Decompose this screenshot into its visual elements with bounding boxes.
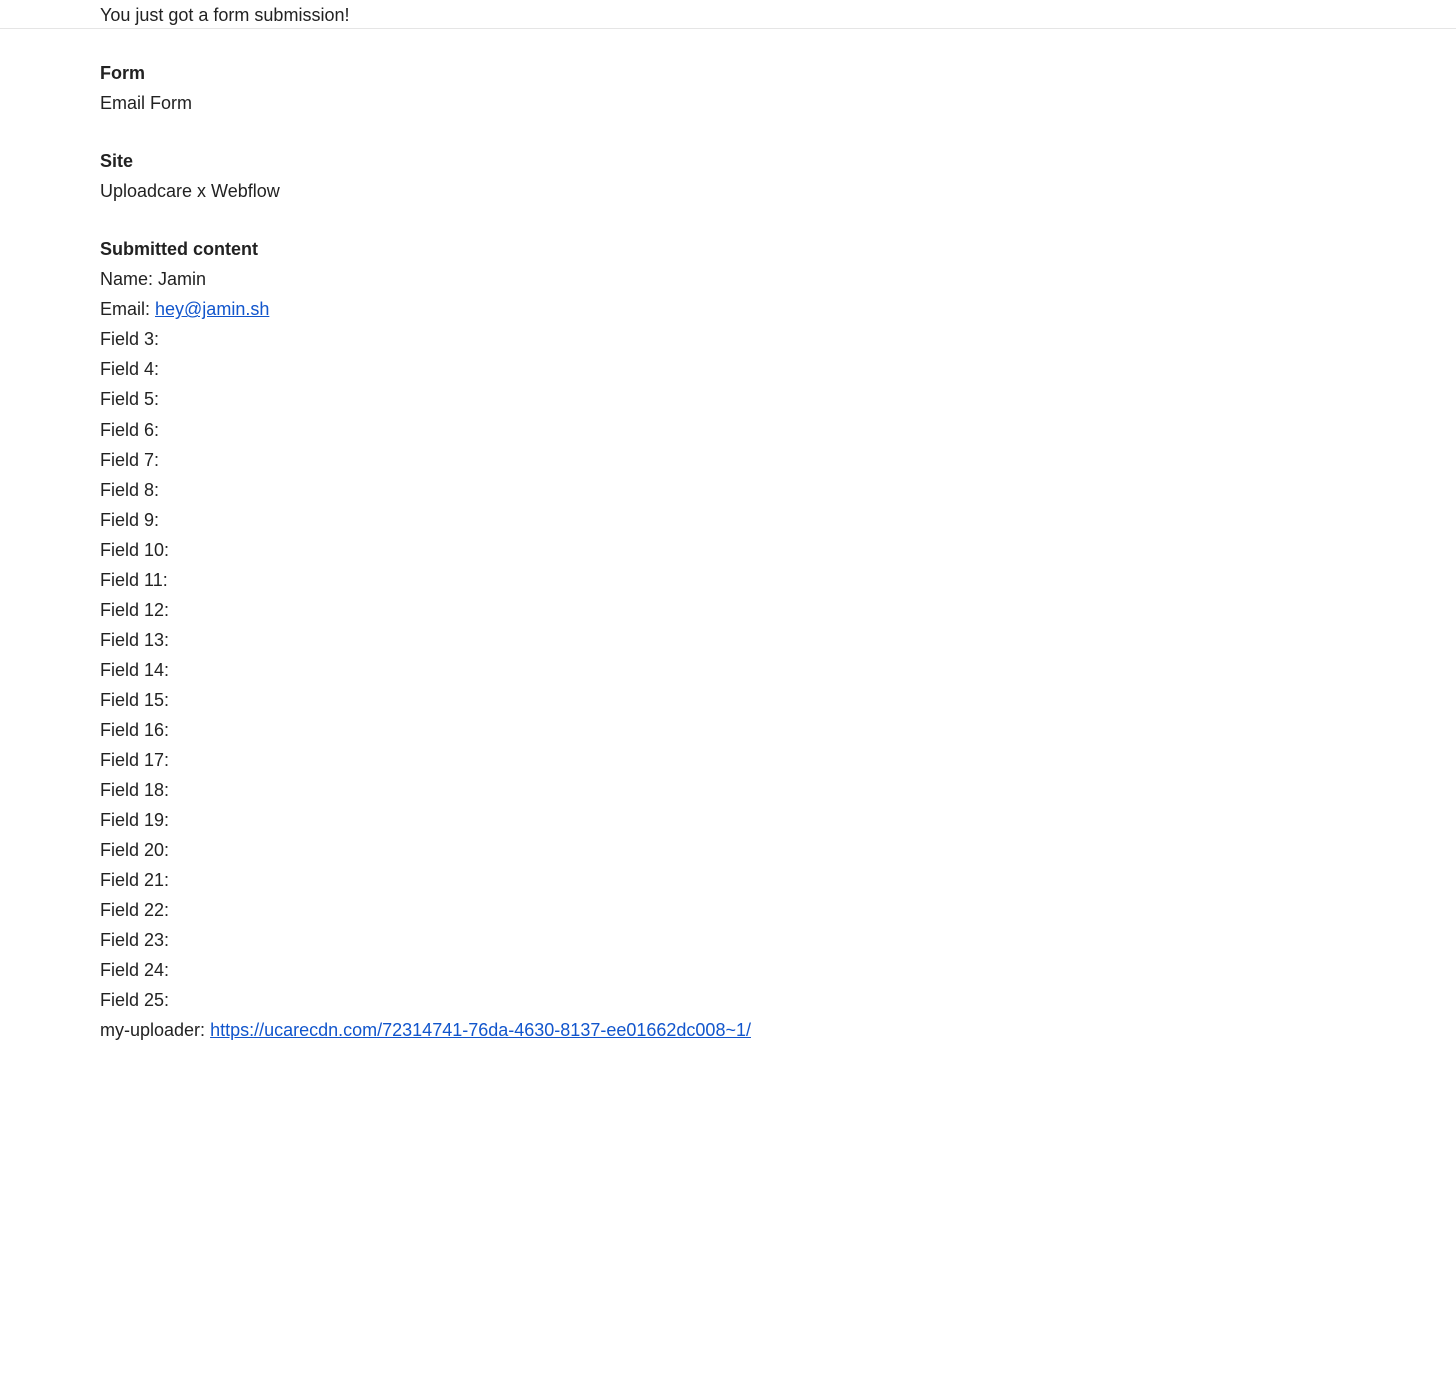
field-line: Field 11: [100,565,1000,595]
field-label: Field 6: [100,420,159,440]
field-label: Field 19: [100,810,169,830]
field-line: Email: hey@jamin.sh [100,294,1000,324]
field-label: Field 8: [100,480,159,500]
field-line: Field 7: [100,445,1000,475]
form-heading: Form [100,58,1000,88]
field-value: Jamin [158,269,206,289]
field-line: Field 16: [100,715,1000,745]
field-line: Field 5: [100,384,1000,414]
field-label: Field 9: [100,510,159,530]
fields-list: Name: JaminEmail: hey@jamin.shField 3: F… [100,264,1000,1045]
field-line: Field 9: [100,505,1000,535]
field-label: Field 25: [100,990,169,1010]
field-label: Field 4: [100,359,159,379]
field-line: Field 6: [100,415,1000,445]
field-label: Field 15: [100,690,169,710]
form-section: Form Email Form [100,58,1000,118]
field-line: Field 4: [100,354,1000,384]
field-line: Field 17: [100,745,1000,775]
field-line: Field 14: [100,655,1000,685]
field-line: Field 15: [100,685,1000,715]
field-label: Email: [100,299,155,319]
field-label: Field 22: [100,900,169,920]
field-label: Field 5: [100,389,159,409]
site-section: Site Uploadcare x Webflow [100,146,1000,206]
field-line: Field 24: [100,955,1000,985]
field-line: Field 3: [100,324,1000,354]
field-line: my-uploader: https://ucarecdn.com/723147… [100,1015,1000,1045]
top-divider [0,28,1456,29]
field-label: Field 21: [100,870,169,890]
field-label: Field 12: [100,600,169,620]
field-line: Field 21: [100,865,1000,895]
field-label: Field 7: [100,450,159,470]
submitted-section: Submitted content Name: JaminEmail: hey@… [100,234,1000,1045]
field-link[interactable]: hey@jamin.sh [155,299,269,319]
field-label: Field 18: [100,780,169,800]
field-line: Field 10: [100,535,1000,565]
field-line: Field 25: [100,985,1000,1015]
field-label: Field 11: [100,570,168,590]
field-label: Field 3: [100,329,159,349]
field-label: Field 13: [100,630,169,650]
field-label: Field 10: [100,540,169,560]
field-label: my-uploader: [100,1020,210,1040]
intro-text: You just got a form submission! [100,0,1000,30]
field-line: Field 13: [100,625,1000,655]
field-line: Field 12: [100,595,1000,625]
field-label: Field 16: [100,720,169,740]
site-heading: Site [100,146,1000,176]
field-label: Name: [100,269,158,289]
email-body: You just got a form submission! Form Ema… [0,0,1000,1046]
field-label: Field 20: [100,840,169,860]
field-line: Field 20: [100,835,1000,865]
submitted-heading: Submitted content [100,234,1000,264]
field-line: Field 8: [100,475,1000,505]
field-line: Field 22: [100,895,1000,925]
site-value: Uploadcare x Webflow [100,176,1000,206]
form-value: Email Form [100,88,1000,118]
field-line: Name: Jamin [100,264,1000,294]
field-label: Field 14: [100,660,169,680]
field-line: Field 19: [100,805,1000,835]
field-line: Field 18: [100,775,1000,805]
field-label: Field 23: [100,930,169,950]
field-label: Field 17: [100,750,169,770]
field-link[interactable]: https://ucarecdn.com/72314741-76da-4630-… [210,1020,751,1040]
field-label: Field 24: [100,960,169,980]
field-line: Field 23: [100,925,1000,955]
